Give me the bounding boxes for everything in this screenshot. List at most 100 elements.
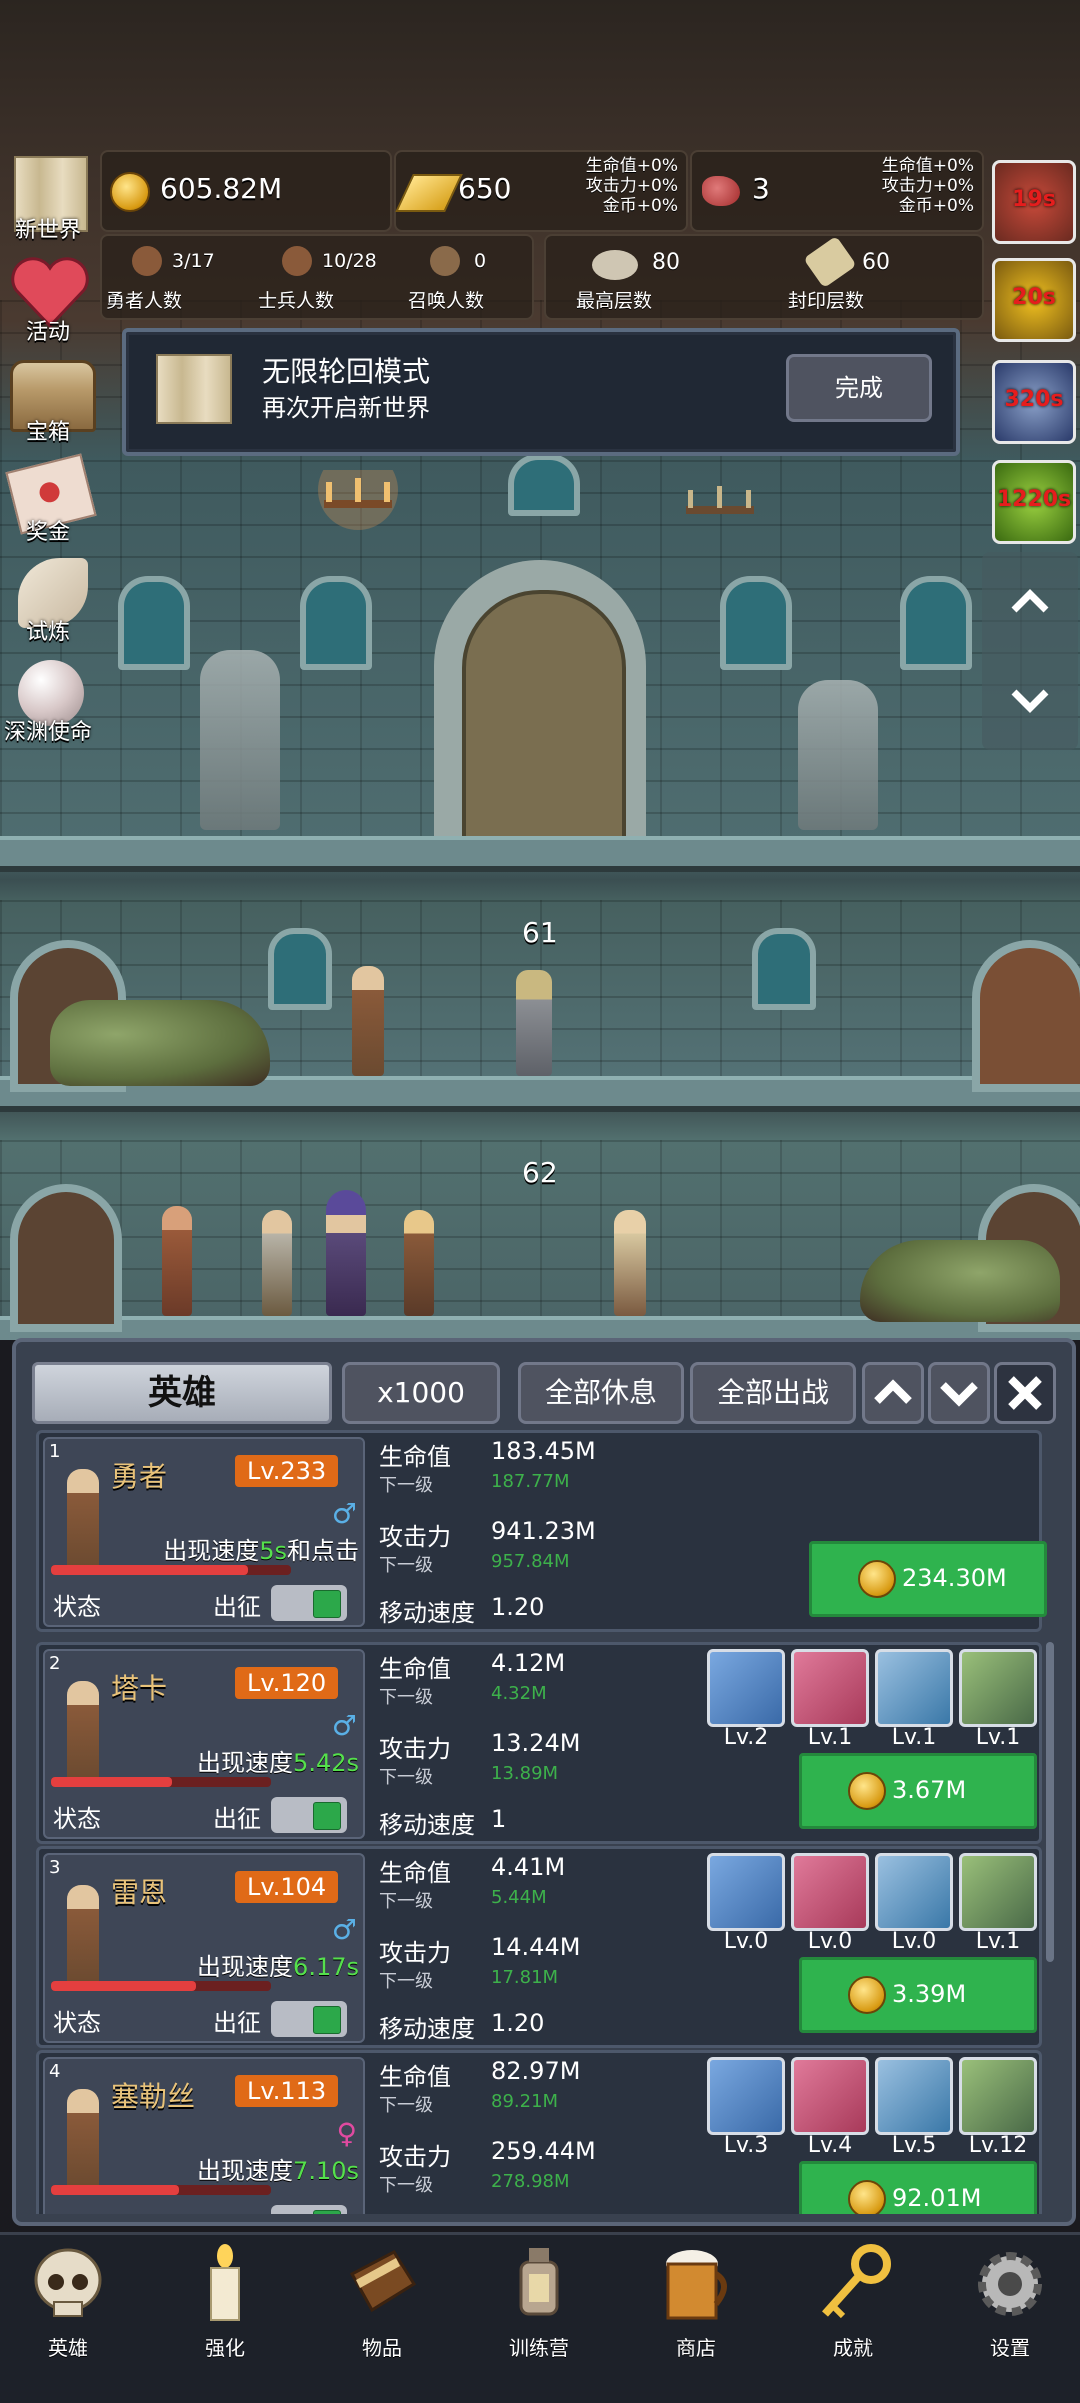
deploy-toggle[interactable] [271,2001,347,2037]
move-speed-value: 1.20 [491,1593,545,1621]
equipment-level: Lv.2 [723,1725,769,1750]
equipment-level: Lv.12 [968,2133,1028,2158]
hero-sprite [67,1885,99,1985]
nav-settings[interactable]: 设置 [950,2238,1070,2360]
deploy-label: 出征 [213,2207,261,2214]
move-speed-value: 1 [491,1805,507,1833]
nav-items[interactable]: 物品 [322,2238,442,2360]
male-icon: ♂ [331,1913,357,1946]
hero-portrait[interactable]: 1 勇者 Lv.233 ♂ 出现速度5s和点击 状态 出征 [43,1437,365,1627]
hero-index: 1 [49,1441,61,1462]
atk-label: 攻击力 [379,1523,451,1551]
equipment-slot[interactable] [959,1649,1037,1727]
move-speed-label: 移动速度 [379,2015,475,2043]
hero-portrait[interactable]: 2 塔卡 Lv.120 ♂ 出现速度5.42s 状态 出征 [43,1649,365,1839]
atk-next-value: 17.81M [491,1967,559,1988]
gold-coin-icon [848,2180,886,2214]
deploy-toggle[interactable] [271,1585,347,1621]
hero-card: 4 塞勒丝 Lv.113 ♀ 出现速度7.10s 状态 出征 生命值下一级 82.97M 89.2… [36,2050,1042,2214]
deploy-toggle[interactable] [271,1797,347,1833]
spawn-speed: 出现速度5.42s [197,1749,359,1777]
hero-card: 3 雷恩 Lv.104 ♂ 出现速度6.17s 状态 出征 生命值 下一级 4.41M 5.44M 攻… [36,1846,1042,2048]
hp-next-label: 下一级 [379,1475,433,1496]
hero-portrait[interactable]: 3 雷恩 Lv.104 ♂ 出现速度6.17s 状态 出征 [43,1853,365,2043]
equipment-slot[interactable] [791,2057,869,2135]
equipment-slot[interactable] [707,1853,785,1931]
nav-training-camp[interactable]: 训练营 [479,2238,599,2360]
nav-shop[interactable]: 商店 [636,2238,756,2360]
hero-index: 3 [49,1857,61,1878]
status-label: 状态 [53,2009,101,2037]
hp-next-label: 下一级 [379,1891,433,1912]
equipment-slot[interactable] [959,1853,1037,1931]
hero-hp-bar [51,2185,271,2195]
hero-level: Lv.233 [235,1455,339,1487]
upgrade-button[interactable]: 3.39M [799,1957,1037,2033]
hero-card: 1 勇者 Lv.233 ♂ 出现速度5s和点击 状态 出征 生命值 下一级 183.45M 187.… [36,1430,1047,1632]
hero-sprite [67,1681,99,1781]
status-label: 状态 [53,1805,101,1833]
equipment-slot[interactable] [875,2057,953,2135]
atk-value: 13.24M [491,1729,581,1757]
equipment-level: Lv.0 [807,1929,853,1954]
equipment-slot[interactable] [707,1649,785,1727]
atk-value: 259.44M [491,2137,596,2165]
nav-achievements[interactable]: 成就 [793,2238,913,2360]
hero-level: Lv.113 [235,2075,339,2107]
move-speed-label: 移动速度 [379,1599,475,1627]
male-icon: ♂ [331,1709,357,1742]
equipment-slot[interactable] [707,2057,785,2135]
equipment-level: Lv.5 [891,2133,937,2158]
atk-next-label: 下一级 [379,2175,433,2196]
male-icon: ♂ [331,1497,357,1530]
hp-label: 生命值 [379,1655,451,1683]
beer-mug-icon [656,2244,736,2324]
hero-index: 4 [49,2061,61,2082]
atk-next-label: 下一级 [379,1555,433,1576]
hero-portrait[interactable]: 4 塞勒丝 Lv.113 ♀ 出现速度7.10s 状态 出征 [43,2057,365,2214]
deploy-label: 出征 [213,1593,261,1621]
atk-value: 14.44M [491,1933,581,1961]
equipment-slot[interactable] [875,1649,953,1727]
equipment-slot[interactable] [875,1853,953,1931]
equipment-slot[interactable] [959,2057,1037,2135]
equipment-level: Lv.1 [975,1725,1021,1750]
hp-next-value: 89.21M [491,2091,559,2112]
atk-next-label: 下一级 [379,1767,433,1788]
hero-hp-bar [51,1981,271,1991]
equipment-slot[interactable] [791,1853,869,1931]
atk-label: 攻击力 [379,1735,451,1763]
hp-label: 生命值 [379,2063,451,2091]
nav-heroes[interactable]: 英雄 [8,2238,128,2360]
upgrade-button[interactable]: 3.67M [799,1753,1037,1829]
hero-index: 2 [49,1653,61,1674]
atk-label: 攻击力 [379,1939,451,1967]
hp-next-value: 5.44M [491,1887,547,1908]
female-icon: ♀ [336,2117,357,2150]
gold-coin-icon [848,1976,886,2014]
candle-icon [185,2244,265,2324]
atk-next-value: 278.98M [491,2171,570,2192]
spawn-speed: 出现速度6.17s [197,1953,359,1981]
upgrade-button[interactable]: 234.30M [809,1541,1047,1617]
nav-upgrade[interactable]: 强化 [165,2238,285,2360]
gold-coin-icon [848,1772,886,1810]
equipment-level: Lv.1 [891,1725,937,1750]
move-speed-value: 1.20 [491,2009,545,2037]
equipment-level: Lv.3 [723,2133,769,2158]
hp-label: 生命值 [379,1443,451,1471]
hp-next-value: 4.32M [491,1683,547,1704]
skull-icon [28,2244,108,2324]
hero-sprite [67,1469,99,1569]
deploy-label: 出征 [213,2009,261,2037]
hero-name: 勇者 [111,1460,168,1493]
upgrade-button[interactable]: 92.01M [799,2161,1037,2214]
equipment-slot[interactable] [791,1649,869,1727]
equipment-level: Lv.1 [807,1725,853,1750]
gold-coin-icon [858,1560,896,1598]
deploy-toggle[interactable] [271,2205,347,2214]
atk-next-value: 13.89M [491,1763,559,1784]
book-icon [342,2244,422,2324]
hero-level: Lv.104 [235,1871,339,1903]
equipment-level: Lv.1 [975,1929,1021,1954]
